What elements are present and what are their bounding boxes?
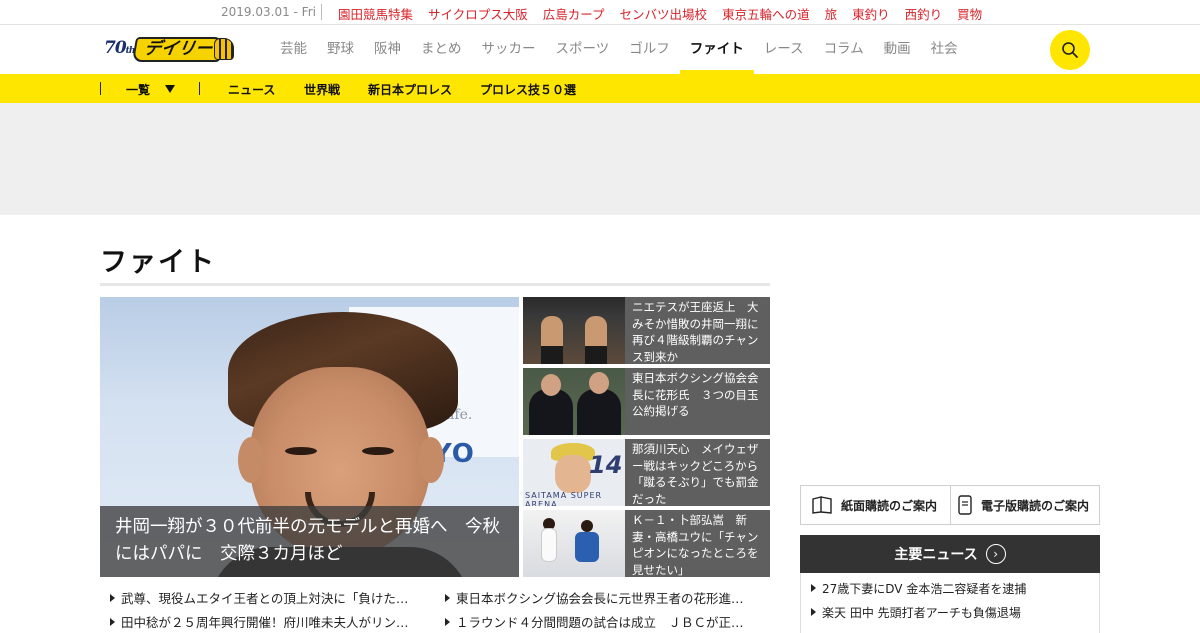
site-logo[interactable]: 70th デイリー: [104, 35, 234, 65]
paper-subscription-button[interactable]: 紙面購読のご案内: [811, 486, 937, 524]
headline-link[interactable]: １ラウンド４分間問題の試合は成立 ＪＢＣが正…: [445, 612, 765, 631]
article-thumbnail: [523, 297, 625, 364]
major-news-list: 27歳下妻にDV 金本浩二容疑者を逮捕 楽天 田中 先頭打者アーチも負傷退場: [800, 573, 1100, 633]
hero-photo-eye: [362, 447, 394, 455]
nav-society[interactable]: 社会: [931, 25, 958, 74]
title-underline: [100, 283, 770, 286]
ad-banner-area: [0, 103, 1200, 215]
search-button[interactable]: [1050, 30, 1090, 70]
site-header: 70th デイリー 芸能 野球 阪神 まとめ サッカー スポーツ ゴルフ ファイ…: [0, 25, 1200, 74]
anniversary-mark: 70th: [104, 38, 135, 58]
page-title: ファイト: [100, 247, 216, 278]
top-bar: 2019.03.01 - Fri 園田競馬特集 サイクロプス大阪 広島カープ セ…: [0, 0, 1200, 25]
digital-subscription-button[interactable]: 電子版購読のご案内: [957, 486, 1089, 524]
hero-photo-ear: [418, 437, 444, 483]
nav-matome[interactable]: まとめ: [421, 25, 462, 74]
nav-column[interactable]: コラム: [824, 25, 864, 74]
article-thumbnail: [523, 510, 625, 577]
side-article-title: Ｋ－１・卜部弘嵩 新妻・高橋ユウに「チャンピオンになったところを見せたい」: [632, 513, 759, 577]
headline-link[interactable]: 田中稔が２５周年興行開催！府川唯未夫人がリン…: [110, 612, 430, 631]
hero-article[interactable]: Good life. NKYO 井岡一翔が３０代前半の元モデルと再婚へ 今秋には…: [100, 297, 519, 577]
divider: [100, 82, 101, 95]
side-article-title: ニエテスが王座返上 大みそか惜敗の井岡一翔に再び４階級制覇のチャンス到来か: [632, 300, 759, 364]
featured-link-travel[interactable]: 旅: [825, 4, 838, 23]
subnav-wrestling-moves[interactable]: プロレス技５０選: [480, 81, 576, 98]
main-nav: 芸能 野球 阪神 まとめ サッカー スポーツ ゴルフ ファイト レース コラム …: [280, 25, 958, 74]
side-article[interactable]: 東日本ボクシング協会会長に花形氏 ３つの目玉公約掲げる: [523, 368, 770, 435]
side-article[interactable]: Ｋ－１・卜部弘嵩 新妻・高橋ユウに「チャンピオンになったところを見せたい」: [523, 510, 770, 577]
subscription-box: 紙面購読のご案内 電子版購読のご案内: [800, 485, 1100, 525]
side-article[interactable]: 14 SAITAMA SUPER ARENA 那須川天心 メイウェザー戦はキック…: [523, 439, 770, 506]
nav-race[interactable]: レース: [764, 25, 804, 74]
featured-link-sonoda[interactable]: 園田競馬特集: [338, 4, 413, 23]
featured-link-senbatsu[interactable]: センバツ出場校: [620, 4, 708, 23]
article-thumbnail: [523, 368, 625, 435]
nav-baseball[interactable]: 野球: [327, 25, 354, 74]
divider: [950, 486, 951, 524]
nav-golf[interactable]: ゴルフ: [629, 25, 670, 74]
sub-nav: 一覧 ニュース 世界戦 新日本プロレス プロレス技５０選: [0, 74, 1200, 103]
subnav-njpw[interactable]: 新日本プロレス: [368, 81, 452, 98]
featured-link-olympics[interactable]: 東京五輪への道: [722, 4, 810, 23]
hero-headline: 井岡一翔が３０代前半の元モデルと再婚へ 今秋にはパパに 交際３カ月ほど: [115, 517, 500, 564]
divider: [321, 4, 322, 20]
hero-photo-eye: [285, 447, 317, 455]
nav-sports[interactable]: スポーツ: [556, 25, 610, 74]
search-icon: [1062, 42, 1078, 58]
nav-soccer[interactable]: サッカー: [482, 25, 536, 74]
major-news-header[interactable]: 主要ニュース ›: [800, 535, 1100, 573]
nav-geinou[interactable]: 芸能: [280, 25, 307, 74]
featured-links: 園田競馬特集 サイクロプス大阪 広島カープ センバツ出場校 東京五輪への道 旅 …: [338, 4, 982, 23]
hero-caption: 井岡一翔が３０代前半の元モデルと再婚へ 今秋にはパパに 交際３カ月ほど: [100, 506, 519, 577]
article-thumbnail: 14 SAITAMA SUPER ARENA: [523, 439, 625, 506]
tablet-icon: [958, 495, 972, 515]
major-news-item[interactable]: 楽天 田中 先頭打者アーチも負傷退場: [811, 604, 1091, 621]
divider: [199, 82, 200, 95]
nav-fight[interactable]: ファイト: [679, 25, 754, 74]
tiger-mascot-icon: [214, 38, 234, 60]
logo-wordmark: デイリー: [131, 37, 225, 62]
subnav-world-title[interactable]: 世界戦: [304, 81, 340, 98]
major-news-item[interactable]: 27歳下妻にDV 金本浩二容疑者を逮捕: [811, 580, 1091, 597]
list-dropdown[interactable]: 一覧: [126, 81, 150, 98]
major-news-title: 主要ニュース: [894, 547, 978, 563]
headline-link[interactable]: 武尊、現役ムエタイ王者との頂上対決に「負けた…: [110, 588, 430, 607]
featured-link-east-fishing[interactable]: 東釣り: [852, 4, 890, 23]
headline-link[interactable]: 東日本ボクシング協会会長に元世界王者の花形進…: [445, 588, 765, 607]
nav-video[interactable]: 動画: [884, 25, 911, 74]
side-article-title: 東日本ボクシング協会会長に花形氏 ３つの目玉公約掲げる: [632, 371, 759, 418]
featured-link-cyclops[interactable]: サイクロプス大阪: [428, 4, 528, 23]
nav-hanshin[interactable]: 阪神: [374, 25, 401, 74]
chevron-right-icon: ›: [985, 544, 1006, 564]
side-article-title: 那須川天心 メイウェザー戦はキックどころから「蹴るそぶり」でも罰金だった: [632, 442, 759, 506]
hero-photo-ear: [238, 437, 264, 483]
featured-link-west-fishing[interactable]: 西釣り: [905, 4, 943, 23]
current-date: 2019.03.01 - Fri: [221, 5, 316, 19]
featured-link-shopping[interactable]: 買物: [957, 4, 982, 23]
chevron-down-icon[interactable]: [165, 85, 175, 93]
featured-link-carp[interactable]: 広島カープ: [543, 4, 605, 23]
subnav-news[interactable]: ニュース: [228, 81, 275, 98]
newspaper-icon: [812, 496, 832, 514]
side-article[interactable]: ニエテスが王座返上 大みそか惜敗の井岡一翔に再び４階級制覇のチャンス到来か: [523, 297, 770, 364]
